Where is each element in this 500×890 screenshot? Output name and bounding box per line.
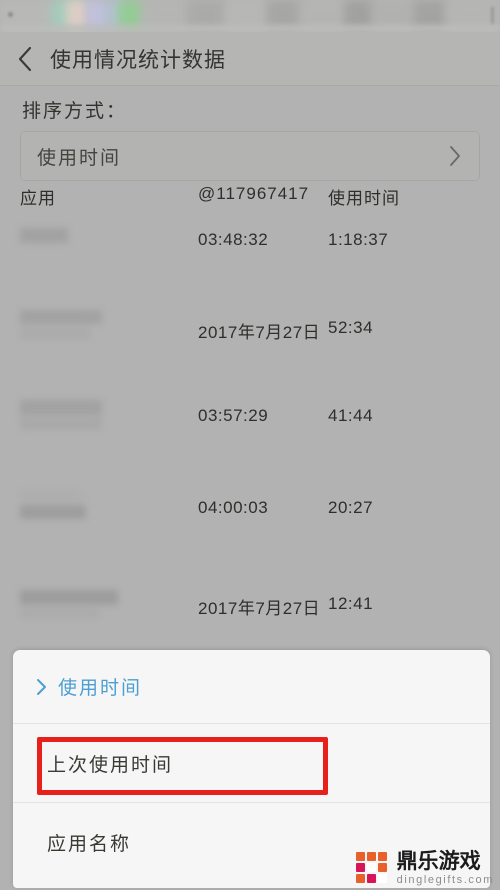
status-bar-band (266, 0, 302, 32)
sort-select-value: 使用时间 (37, 147, 122, 169)
watermark-logo-icon (355, 851, 390, 886)
sheet-option-label: 上次使用时间 (47, 754, 174, 776)
status-bar-indicator-icon (8, 12, 13, 17)
table-row[interactable]: 04:00:03 20:27 (0, 476, 500, 570)
status-bar-band (414, 0, 448, 32)
sort-select[interactable]: 使用时间 (20, 131, 480, 181)
status-bar-band (66, 0, 88, 32)
status-bar-band (446, 0, 492, 32)
sheet-option-label: 使用时间 (58, 678, 143, 699)
chevron-right-icon (35, 677, 49, 697)
cell-last-used: 03:48:32 (198, 230, 269, 249)
cell-duration: 1:18:37 (328, 230, 389, 249)
sort-section: 排序方式： 使用时间 (0, 86, 500, 181)
watermark: 鼎乐游戏 dinglegifts.com (355, 851, 494, 886)
table-row[interactable]: 2017年7月27日 12:41 (0, 570, 500, 650)
status-bar-band (86, 0, 108, 32)
cell-last-used: 2017年7月27日 (198, 599, 321, 618)
usage-table: 应用 @117967417 使用时间 03:48:32 1:18:37 2017… (0, 184, 500, 650)
app-name-redacted (20, 590, 118, 619)
cell-duration: 41:44 (328, 406, 374, 425)
chevron-right-icon (447, 143, 479, 169)
watermark-domain: dinglegifts.com (396, 874, 494, 886)
table-header-row: 应用 @117967417 使用时间 (0, 184, 500, 208)
cell-duration: 12:41 (328, 594, 374, 613)
watermark-title: 鼎乐游戏 (396, 850, 481, 873)
back-button[interactable] (4, 32, 46, 86)
status-bar-band (344, 0, 374, 32)
table-row[interactable]: 2017年7月27日 52:34 (0, 296, 500, 388)
app-title-bar: 使用情况统计数据 (0, 32, 500, 86)
table-row[interactable]: 03:57:29 41:44 (0, 388, 500, 476)
status-bar-band (118, 0, 142, 32)
sort-label: 排序方式： (22, 101, 128, 122)
app-name-redacted (20, 400, 102, 430)
cell-last-used: 04:00:03 (198, 498, 269, 517)
column-header-last-used: @117967417 (198, 184, 310, 203)
status-bar (0, 0, 500, 32)
page-title: 使用情况统计数据 (50, 48, 226, 72)
sheet-option-last-used-time[interactable]: 上次使用时间 (13, 724, 490, 802)
table-row[interactable]: 03:48:32 1:18:37 (0, 206, 500, 296)
cell-duration: 20:27 (328, 498, 374, 517)
status-bar-right-icon (491, 7, 494, 25)
sheet-option-label: 应用名称 (47, 833, 132, 855)
app-name-redacted (20, 228, 68, 243)
watermark-text: 鼎乐游戏 dinglegifts.com (397, 851, 494, 886)
cell-last-used: 03:57:29 (198, 406, 269, 425)
status-bar-band (372, 0, 418, 32)
app-name-redacted (20, 490, 86, 519)
status-bar-band (186, 0, 226, 32)
app-name-redacted (20, 310, 102, 339)
cell-last-used: 2017年7月27日 (198, 323, 321, 342)
status-bar-band (142, 0, 192, 32)
status-bar-band (226, 0, 270, 32)
cell-duration: 52:34 (328, 318, 374, 337)
status-bar-band (300, 0, 350, 32)
chevron-left-icon (18, 46, 32, 71)
sheet-option-usage-time[interactable]: 使用时间 (13, 650, 490, 723)
